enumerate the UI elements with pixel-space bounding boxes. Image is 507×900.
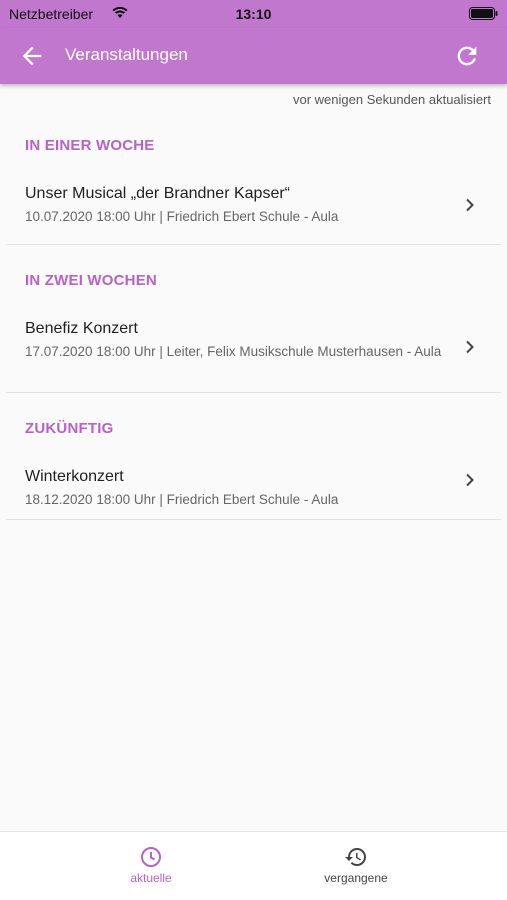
chevron-right-icon bbox=[466, 340, 474, 354]
event-list: IN EINER WOCHE Unser Musical „der Brandn… bbox=[0, 110, 507, 520]
chevron-right-icon bbox=[466, 473, 474, 487]
event-item[interactable]: Unser Musical „der Brandner Kapser“ 10.0… bbox=[6, 166, 501, 245]
event-title: Benefiz Konzert bbox=[25, 320, 138, 337]
section-header-week: IN EINER WOCHE bbox=[25, 137, 155, 154]
battery-icon bbox=[469, 7, 498, 20]
status-bar: Netzbetreiber 13:10 bbox=[0, 0, 507, 28]
clock-icon bbox=[141, 847, 161, 867]
event-subtitle: 18.12.2020 18:00 Uhr | Friedrich Ebert S… bbox=[25, 492, 339, 507]
refresh-icon[interactable] bbox=[453, 42, 481, 70]
bottom-navigation: aktuelle vergangene bbox=[0, 831, 507, 900]
section-header-future: ZUKÜNFTIG bbox=[25, 420, 114, 437]
page-title: Veranstaltungen bbox=[65, 45, 188, 64]
tab-current[interactable]: aktuelle bbox=[51, 832, 251, 900]
tab-current-label: aktuelle bbox=[130, 871, 172, 885]
tab-past[interactable]: vergangene bbox=[256, 832, 456, 900]
event-item[interactable]: Winterkonzert 18.12.2020 18:00 Uhr | Fri… bbox=[6, 449, 501, 520]
status-time: 13:10 bbox=[235, 6, 272, 22]
history-icon bbox=[345, 848, 366, 866]
section-header-two-weeks: IN ZWEI WOCHEN bbox=[25, 272, 157, 289]
last-updated-text: vor wenigen Sekunden aktualisiert bbox=[292, 92, 491, 107]
event-subtitle: 17.07.2020 18:00 Uhr | Leiter, Felix Mus… bbox=[25, 344, 442, 359]
event-title: Winterkonzert bbox=[25, 468, 124, 485]
event-subtitle: 10.07.2020 18:00 Uhr | Friedrich Ebert S… bbox=[25, 209, 339, 224]
chevron-right-icon bbox=[466, 198, 474, 212]
tab-past-label: vergangene bbox=[324, 871, 388, 885]
app-bar: Veranstaltungen bbox=[0, 28, 507, 84]
event-title: Unser Musical „der Brandner Kapser“ bbox=[25, 185, 290, 202]
back-arrow-icon[interactable] bbox=[18, 42, 46, 70]
event-item[interactable]: Benefiz Konzert 17.07.2020 18:00 Uhr | L… bbox=[6, 301, 501, 393]
